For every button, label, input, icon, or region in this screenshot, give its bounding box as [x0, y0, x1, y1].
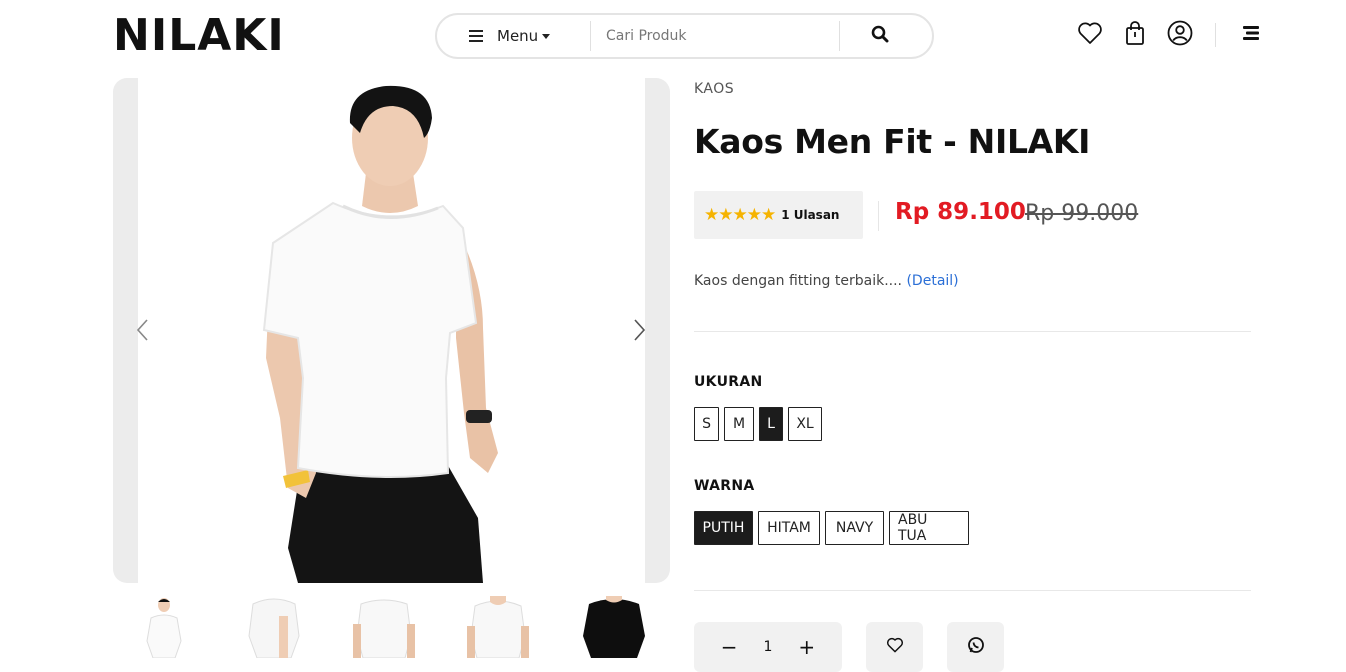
hamburger-icon — [469, 27, 483, 46]
price-divider — [878, 201, 879, 231]
product-category[interactable]: KAOS — [694, 81, 734, 97]
search-icon — [871, 25, 889, 47]
size-option-m[interactable]: M — [724, 407, 754, 441]
add-to-wishlist-button[interactable] — [866, 622, 923, 672]
heart-icon — [886, 637, 904, 657]
menu-dropdown-button[interactable]: Menu — [437, 15, 590, 57]
whatsapp-icon — [967, 636, 985, 658]
wishlist-button[interactable] — [1076, 20, 1104, 50]
product-main-image[interactable] — [138, 78, 645, 583]
color-option-abu-tua[interactable]: ABU TUA — [889, 511, 969, 545]
description-text: Kaos dengan fitting terbaik.... — [694, 273, 907, 289]
section-divider-2 — [694, 590, 1251, 591]
user-circle-icon — [1167, 20, 1193, 50]
quantity-stepper: − 1 + — [694, 622, 842, 672]
search-button[interactable] — [840, 15, 920, 57]
section-divider — [694, 331, 1251, 332]
account-button[interactable] — [1166, 20, 1194, 50]
size-options: S M L XL — [694, 407, 822, 441]
chevron-right-icon — [633, 319, 647, 346]
thumbnail-strip — [113, 596, 670, 658]
gallery-prev-button[interactable] — [135, 318, 155, 342]
site-logo[interactable]: NILAKI — [113, 12, 285, 60]
header-actions — [1076, 20, 1265, 50]
thumbnail-1[interactable] — [129, 596, 199, 658]
quantity-increase-button[interactable]: + — [795, 635, 819, 659]
size-option-s[interactable]: S — [694, 407, 719, 441]
size-option-xl[interactable]: XL — [788, 407, 822, 441]
chevron-left-icon — [135, 319, 149, 346]
stacked-menu-icon — [1243, 25, 1259, 45]
size-label: UKURAN — [694, 374, 763, 390]
thumbnail-3[interactable] — [349, 596, 419, 658]
whatsapp-share-button[interactable] — [947, 622, 1004, 672]
color-option-putih[interactable]: PUTIH — [694, 511, 753, 545]
color-label: WARNA — [694, 478, 755, 494]
short-description: Kaos dengan fitting terbaik.... (Detail) — [694, 273, 959, 289]
search-bar: Menu — [435, 13, 934, 59]
current-price: Rp 89.100 — [895, 199, 1026, 225]
color-options: PUTIH HITAM NAVY ABU TUA — [694, 511, 969, 545]
heart-icon — [1077, 21, 1103, 49]
more-menu-button[interactable] — [1237, 20, 1265, 50]
product-title: Kaos Men Fit - NILAKI — [694, 122, 1091, 161]
reviews-count: 1 Ulasan — [781, 208, 840, 222]
thumbnail-2[interactable] — [239, 596, 309, 658]
rating-stars-icon: ★★★★★ — [704, 205, 776, 225]
search-input[interactable] — [591, 28, 839, 44]
detail-link[interactable]: (Detail) — [906, 273, 958, 289]
original-price: Rp 99.000 — [1025, 201, 1139, 226]
cart-button[interactable] — [1121, 20, 1149, 50]
color-option-navy[interactable]: NAVY — [825, 511, 884, 545]
size-option-l[interactable]: L — [759, 407, 783, 441]
product-image-gallery — [113, 78, 670, 583]
rating-summary[interactable]: ★★★★★ 1 Ulasan — [694, 191, 863, 239]
caret-down-icon — [542, 33, 551, 39]
thumbnail-5[interactable] — [579, 596, 649, 658]
shopping-bag-icon — [1125, 20, 1145, 50]
site-header: NILAKI Menu — [0, 0, 1346, 72]
gallery-next-button[interactable] — [633, 318, 653, 342]
thumbnail-4[interactable] — [463, 596, 533, 658]
menu-label: Menu — [497, 27, 539, 45]
color-option-hitam[interactable]: HITAM — [758, 511, 820, 545]
header-icon-divider — [1215, 23, 1216, 47]
quantity-decrease-button[interactable]: − — [717, 635, 741, 659]
quantity-value[interactable]: 1 — [764, 639, 773, 655]
